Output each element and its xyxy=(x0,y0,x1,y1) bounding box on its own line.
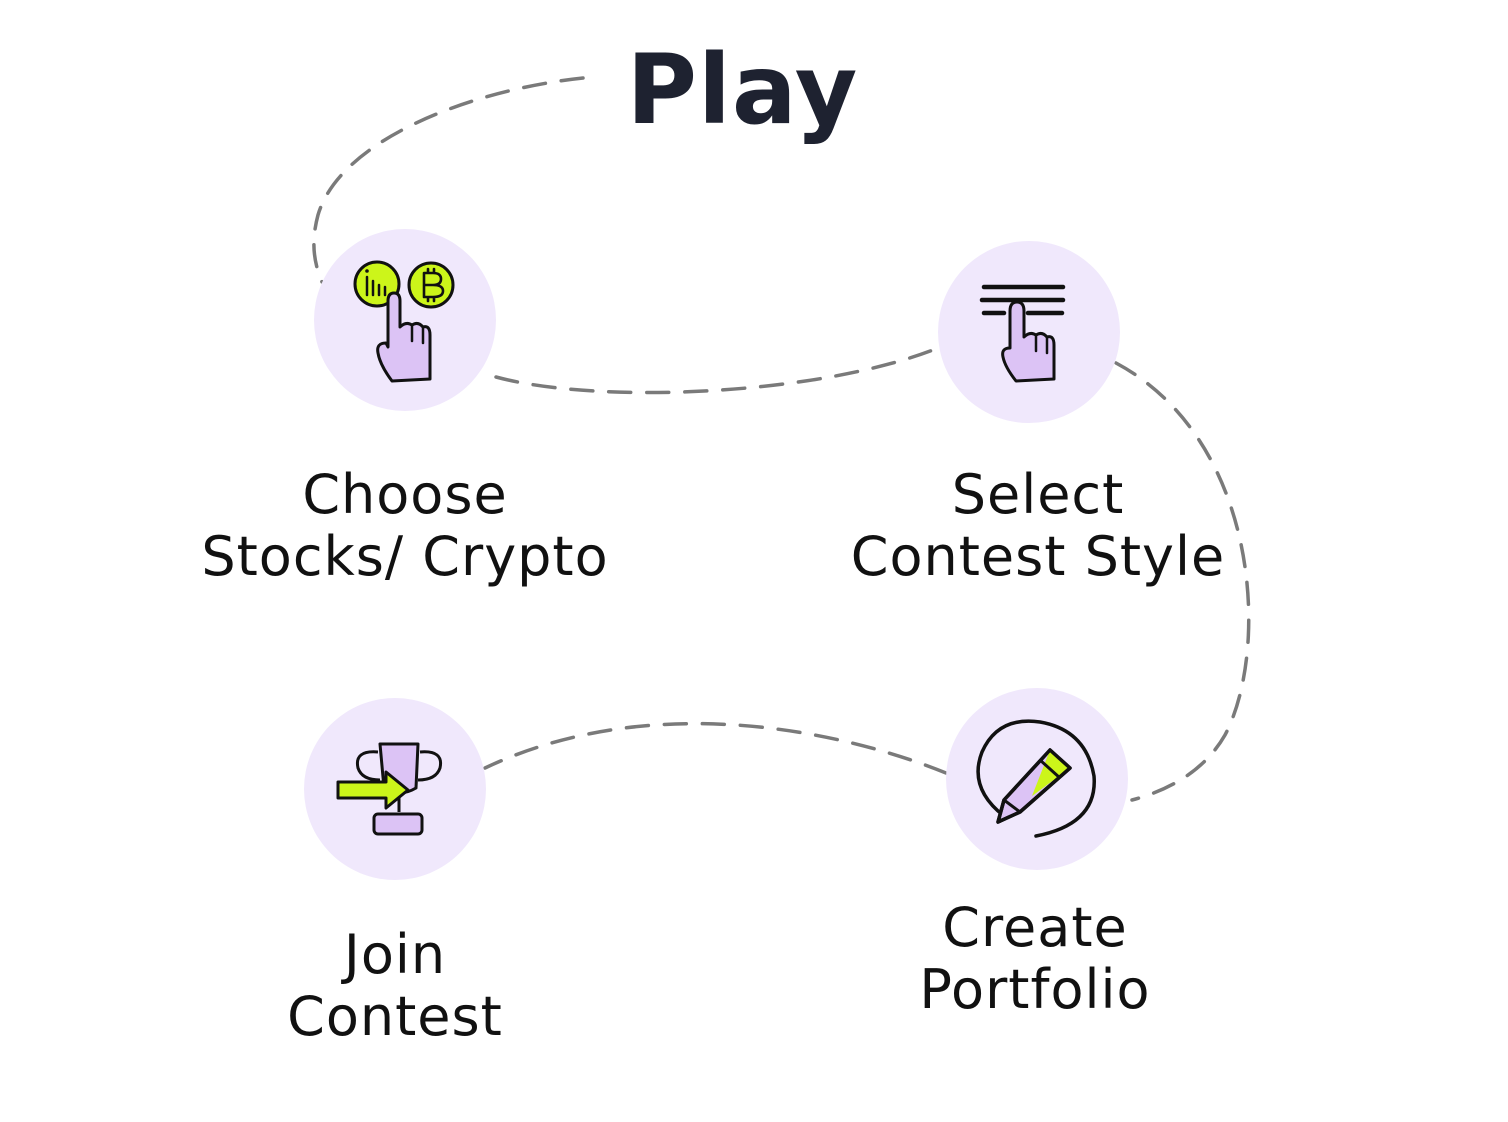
step-choose-circle xyxy=(314,229,496,411)
path-segment-choose-to-select xyxy=(494,346,940,395)
step-select-label: Select Contest Style xyxy=(778,464,1298,588)
step-choose-label-line-2: Stocks/ Crypto xyxy=(201,525,609,588)
step-join-label: Join Contest xyxy=(135,924,655,1048)
step-choose-label-line-1: Choose xyxy=(302,463,508,526)
step-join-label-line-2: Contest xyxy=(287,985,503,1048)
step-choose-label: Choose Stocks/ Crypto xyxy=(145,464,665,588)
step-select-label-line-2: Contest Style xyxy=(850,525,1226,588)
step-create-label-line-1: Create xyxy=(942,896,1128,959)
pencil-portfolio-icon xyxy=(976,719,1096,838)
trophy-join-icon xyxy=(336,742,443,836)
menu-select-icon xyxy=(979,284,1066,383)
step-join-circle xyxy=(304,698,486,880)
step-select-circle xyxy=(938,241,1120,423)
step-create-label: Create Portfolio xyxy=(775,897,1295,1021)
step-create-circle xyxy=(946,688,1128,870)
step-select-label-line-1: Select xyxy=(951,463,1125,526)
coins-tap-icon xyxy=(353,260,455,383)
step-join-label-line-1: Join xyxy=(343,923,447,986)
path-segment-create-to-join xyxy=(483,721,948,775)
page-title: Play xyxy=(626,34,859,146)
step-create-label-line-2: Portfolio xyxy=(919,958,1151,1021)
